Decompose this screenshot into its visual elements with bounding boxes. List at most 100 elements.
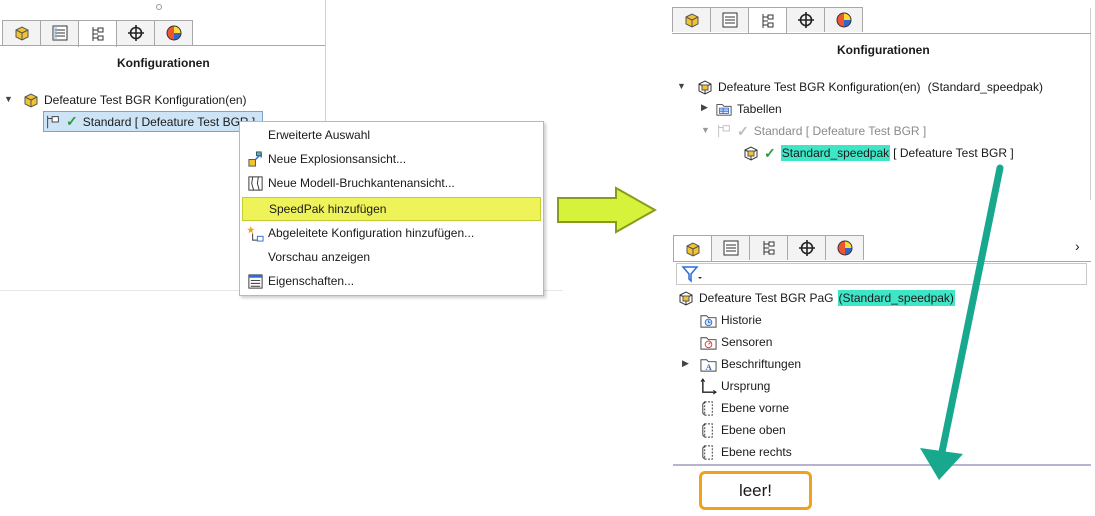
menu-item-erweiterte-auswahl[interactable]: Erweiterte Auswahl (242, 123, 541, 147)
property-list-icon (722, 12, 737, 28)
right-top-panel-title: Konfigurationen (837, 43, 930, 57)
feature-label: Ebene vorne (721, 401, 790, 415)
right-top-tabbar (672, 7, 863, 34)
break-view-icon (242, 173, 268, 193)
history-folder-icon (699, 311, 717, 329)
speedpak-part-icon (677, 289, 695, 307)
menu-item-label: Erweiterte Auswahl (268, 128, 371, 142)
assembly-config-icon (22, 91, 40, 109)
feature-label: Historie (721, 313, 762, 327)
left-tabbar (2, 20, 193, 47)
rollback-bar[interactable] (673, 464, 1091, 466)
selected-item-label: Standard [ Defeature Test BGR ] (82, 114, 256, 129)
tab-feature-manager[interactable] (673, 235, 712, 262)
right-bottom-tabbar (673, 235, 864, 262)
tree-item-standard[interactable]: ✓ Standard [ Defeature Test BGR ] (715, 121, 926, 141)
annotations-folder-icon: A (699, 355, 717, 373)
feature-label: Sensoren (721, 335, 773, 349)
tab-property-manager[interactable] (40, 20, 79, 45)
empty-annotation-label: leer! (738, 480, 773, 500)
expand-arrow-icon[interactable]: ▼ (4, 94, 13, 104)
feature-ebene-oben[interactable]: Ebene oben (699, 420, 786, 440)
menu-item-speedpak-hinzufuegen[interactable]: SpeedPak hinzufügen (242, 197, 541, 221)
yellow-arrow-icon (557, 186, 658, 234)
feature-ebene-rechts[interactable]: Ebene rechts (699, 442, 792, 462)
speedpak-name-highlighted: Standard_speedpak (780, 145, 891, 161)
feature-label: Ursprung (721, 379, 771, 393)
tab-configuration-manager[interactable] (748, 7, 787, 34)
feature-tree-root[interactable]: Defeature Test BGR PaG (Standard_speedpa… (677, 288, 955, 308)
menu-item-abgeleitete-konfiguration[interactable]: Abgeleitete Konfiguration hinzufügen... (242, 221, 541, 245)
right-top-config-panel: Konfigurationen ▼ Defeature Test BGR Kon… (672, 0, 1091, 200)
feature-historie[interactable]: Historie (699, 310, 762, 330)
green-arrow-icon (920, 164, 1004, 480)
tab-display-manager[interactable] (824, 7, 863, 32)
collapse-arrow-icon[interactable]: ▶ (682, 358, 689, 369)
origin-icon (699, 377, 717, 395)
speedpak-icon (742, 144, 760, 162)
config-item-icon (715, 122, 733, 140)
speedpak-suffix: [ Defeature Test BGR ] (893, 146, 1014, 160)
feature-label: Ebene oben (721, 423, 786, 437)
crosshair-icon (797, 12, 814, 28)
assembly-config-icon (696, 78, 714, 96)
tab-configuration-manager[interactable] (78, 20, 117, 47)
tab-display-manager[interactable] (154, 20, 193, 45)
plane-icon (699, 399, 717, 417)
menu-item-label: Neue Modell-Bruchkantenansicht... (268, 176, 455, 190)
tab-feature-manager[interactable] (2, 20, 41, 45)
tree-item-label: Standard [ Defeature Test BGR ] (753, 124, 927, 138)
derived-config-icon (242, 223, 268, 243)
expand-arrow-icon[interactable]: ▼ (677, 81, 686, 91)
feature-ursprung[interactable]: Ursprung (699, 376, 770, 396)
check-icon: ✓ (737, 122, 749, 139)
expand-arrow-icon[interactable]: ▼ (701, 125, 710, 135)
menu-item-label: Abgeleitete Konfiguration hinzufügen... (268, 226, 475, 240)
empty-annotation-box: leer! (699, 471, 812, 510)
part-icon (686, 242, 699, 257)
tree-root[interactable]: Defeature Test BGR Konfiguration(en) (22, 90, 247, 110)
splitter-handle[interactable] (156, 4, 162, 10)
tab-property-manager[interactable] (710, 7, 749, 32)
explode-icon (242, 149, 268, 169)
tab-property-manager[interactable] (711, 235, 750, 260)
tab-dimxpert[interactable] (116, 20, 155, 45)
property-list-icon (52, 25, 67, 41)
plane-icon (699, 421, 717, 439)
more-tabs-chevron-icon[interactable]: › (1075, 238, 1080, 254)
property-list-icon (723, 240, 738, 256)
tree-root-label: Defeature Test BGR Konfiguration(en) (718, 80, 921, 94)
configuration-icon (762, 14, 773, 28)
menu-item-eigenschaften[interactable]: Eigenschaften... (242, 269, 541, 293)
tree-item-standard-selected[interactable]: ✓ Standard [ Defeature Test BGR ] (43, 111, 263, 132)
tree-item-tabellen[interactable]: Tabellen (715, 99, 782, 119)
tab-dimxpert[interactable] (787, 235, 826, 260)
plane-icon (699, 443, 717, 461)
properties-icon (242, 271, 268, 291)
context-menu: Erweiterte Auswahl Neue Explosionsansich… (239, 121, 544, 296)
collapse-arrow-icon[interactable]: ▶ (701, 102, 708, 113)
tab-dimxpert[interactable] (786, 7, 825, 32)
filter-bar (676, 263, 1087, 285)
tab-configuration-manager[interactable] (749, 235, 788, 260)
crosshair-icon (127, 25, 144, 41)
tab-display-manager[interactable] (825, 235, 864, 260)
active-check-icon: ✓ (66, 113, 78, 129)
feature-sensoren[interactable]: Sensoren (699, 332, 772, 352)
menu-item-vorschau-anzeigen[interactable]: Vorschau anzeigen (242, 245, 541, 269)
menu-item-neue-explosionsansicht[interactable]: Neue Explosionsansicht... (242, 147, 541, 171)
tab-feature-manager[interactable] (672, 7, 711, 32)
filter-icon[interactable] (680, 265, 704, 286)
tree-root-label: Defeature Test BGR Konfiguration(en) (44, 93, 247, 107)
menu-item-neue-bruchkantenansicht[interactable]: Neue Modell-Bruchkantenansicht... (242, 171, 541, 195)
menu-item-label: Vorschau anzeigen (268, 250, 371, 264)
tree-root[interactable]: Defeature Test BGR Konfiguration(en) (St… (696, 77, 1043, 97)
feature-label: Ebene rechts (721, 445, 792, 459)
appearance-ball-icon (836, 12, 851, 28)
configuration-icon (763, 241, 774, 255)
feature-ebene-vorne[interactable]: Ebene vorne (699, 398, 789, 418)
sensor-folder-icon (699, 333, 717, 351)
feature-beschriftungen[interactable]: A Beschriftungen (699, 354, 801, 374)
tables-folder-icon (715, 100, 733, 118)
appearance-ball-icon (837, 240, 852, 256)
